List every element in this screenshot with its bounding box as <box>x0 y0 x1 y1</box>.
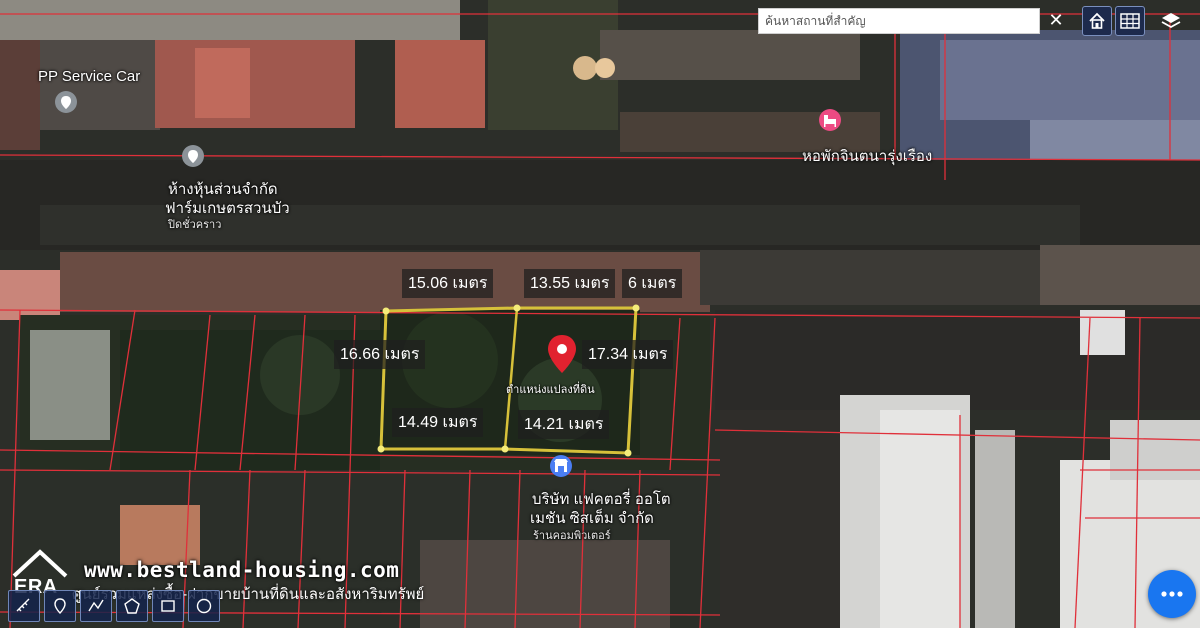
draw-tool-rectangle[interactable] <box>152 590 184 622</box>
era-house-icon <box>12 549 68 578</box>
draw-tool-polygon[interactable] <box>116 590 148 622</box>
search-input[interactable] <box>763 8 1039 34</box>
poi-status-farm: ปิดชั่วคราว <box>168 219 222 231</box>
draw-tool-line[interactable] <box>80 590 112 622</box>
draw-tool-marker[interactable] <box>44 590 76 622</box>
buildings-right <box>715 310 1200 628</box>
measure-bottom-right: 14.21 เมตร <box>518 410 610 439</box>
measure-top-right-partial: 6 เมตร <box>622 269 683 298</box>
layers-icon <box>1161 13 1181 29</box>
circle-icon <box>196 598 212 614</box>
poi-marker-pp-service[interactable] <box>55 91 77 113</box>
measure-left: 16.66 เมตร <box>334 340 426 369</box>
draw-toolbar <box>8 590 220 622</box>
poi-category-company: ร้านคอมพิวเตอร์ <box>533 530 611 542</box>
polygon-icon <box>124 598 140 614</box>
grid-button[interactable] <box>1115 6 1145 36</box>
draw-tool-measure[interactable] <box>8 590 40 622</box>
parcel-caption: ตำแหน่งแปลงที่ดิน <box>506 384 595 396</box>
poi-label-dorm[interactable]: หอพักจินตนารุ่งเรือง <box>802 144 932 168</box>
measure-top-left: 15.06 เมตร <box>402 269 494 298</box>
clear-search-button[interactable]: ✕ <box>1042 8 1070 34</box>
polyline-icon <box>88 599 104 612</box>
ruler-icon <box>16 598 30 612</box>
home-button[interactable] <box>1082 6 1112 36</box>
more-dots-icon <box>1161 591 1183 597</box>
measure-bottom-left: 14.49 เมตร <box>392 408 484 437</box>
measure-top-right: 13.55 เมตร <box>524 269 616 298</box>
marker-icon <box>54 598 66 614</box>
bed-icon[interactable] <box>819 109 841 131</box>
draw-tool-circle[interactable] <box>188 590 220 622</box>
poi-marker-farm[interactable] <box>182 145 204 167</box>
more-options-button[interactable] <box>1148 570 1196 618</box>
measure-right: 17.34 เมตร <box>582 340 674 369</box>
home-icon <box>1089 12 1105 29</box>
layers-button[interactable] <box>1156 6 1186 36</box>
watermark-url: www.bestland-housing.com <box>84 558 400 582</box>
search-box <box>758 8 1040 34</box>
grid-icon <box>1120 13 1140 29</box>
rectangle-icon <box>161 600 175 612</box>
poi-label-pp-service[interactable]: PP Service Car <box>38 68 140 85</box>
store-icon[interactable] <box>550 455 572 477</box>
